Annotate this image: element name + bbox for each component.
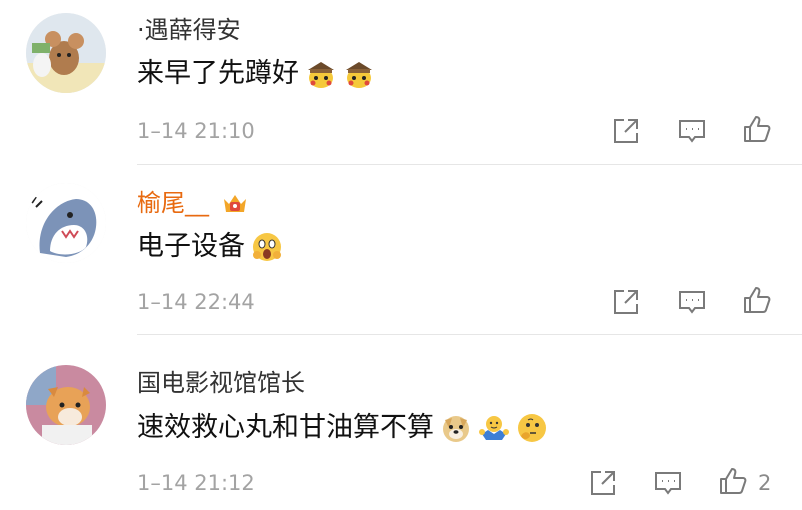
share-icon[interactable] [611,116,641,146]
share-icon[interactable] [611,287,641,317]
like-count: 2 [758,471,772,495]
thinking-face-emoji [516,412,548,444]
username[interactable]: 榆尾__ [137,187,249,219]
comment-item: 榆尾__ 电子设备 1–14 22:44 [0,165,802,335]
shocked-face-emoji [251,231,283,263]
avatar-cartoon-mouse-image [26,13,106,93]
avatar-dog-image [26,365,106,445]
avatar[interactable] [26,183,106,263]
username[interactable]: 国电影视馆馆长 [137,367,305,399]
like-icon[interactable] [742,285,772,315]
avatar[interactable] [26,365,106,445]
username[interactable]: ·遇薛得安 [137,14,241,46]
doge-emoji [440,412,472,444]
username-text: 榆尾__ [137,189,209,217]
share-icon[interactable] [588,468,618,498]
crown-badge-icon [221,190,249,218]
like-icon[interactable] [742,114,772,144]
comment-text: 来早了先蹲好 [137,56,375,92]
detective-pikachu-emoji [305,58,337,90]
detective-pikachu-emoji [343,58,375,90]
comment-item: ·遇薛得安 来早了先蹲好 1–14 21:10 [0,0,802,165]
comment-text: 速效救心丸和甘油算不算 [137,410,548,446]
comment-time: 1–14 21:12 [137,471,255,495]
comment-time: 1–14 21:10 [137,119,255,143]
comment-reply-icon[interactable] [677,116,707,146]
comment-text-content: 电子设备 [137,231,245,262]
comment-text-content: 来早了先蹲好 [137,58,299,89]
like-icon[interactable] [718,466,748,496]
avatar-shark-image [26,183,106,263]
shrug-emoji [478,412,510,444]
comment-reply-icon[interactable] [677,287,707,317]
comment-item: 国电影视馆馆长 速效救心丸和甘油算不算 1–14 21:12 2 [0,335,802,510]
comment-text-content: 速效救心丸和甘油算不算 [137,412,434,443]
comment-text: 电子设备 [137,229,283,265]
avatar[interactable] [26,13,106,93]
comment-reply-icon[interactable] [653,468,683,498]
comment-time: 1–14 22:44 [137,290,255,314]
